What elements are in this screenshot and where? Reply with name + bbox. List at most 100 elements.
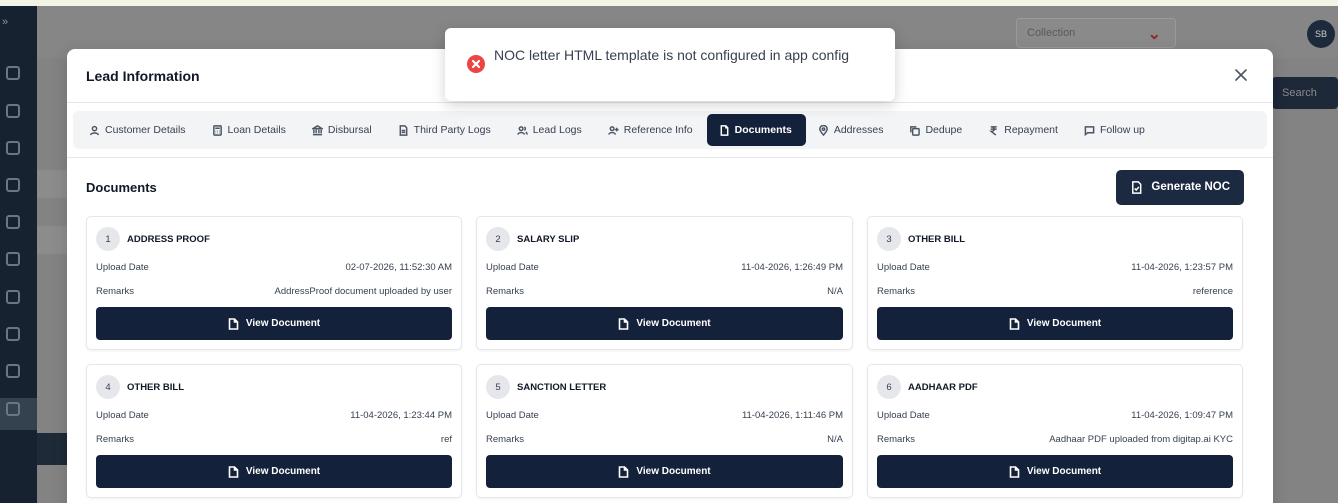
tab-repayment[interactable]: Repayment [976,114,1072,146]
tab-addresses[interactable]: Addresses [806,114,898,146]
avatar[interactable]: SB [1307,20,1335,48]
hourglass-icon[interactable] [6,141,20,155]
expand-sidebar-icon[interactable]: » [2,16,8,28]
view-document-button[interactable]: View Document [486,307,843,340]
document-number-badge: 1 [96,227,120,251]
upload-date-label: Upload Date [486,261,539,273]
toast-message: NOC letter HTML template is not configur… [494,47,850,63]
target-icon[interactable] [6,215,20,229]
view-document-button[interactable]: View Document [96,455,452,488]
document-card: 6 AADHAAR PDF Upload Date 11-04-2026, 1:… [867,364,1243,498]
timer-icon[interactable] [6,104,20,118]
document-name: OTHER BILL [908,233,965,245]
remarks-value: reference [1192,285,1233,297]
upload-date-value: 11-04-2026, 1:23:57 PM [1131,261,1233,273]
chart-icon[interactable] [6,364,20,378]
tab-loan-details[interactable]: Loan Details [200,114,300,146]
card-icon[interactable] [6,327,20,341]
document-card-header: 1 ADDRESS PROOF [96,227,452,251]
generate-noc-button[interactable]: Generate NOC [1116,169,1244,205]
error-icon [467,55,485,73]
view-document-button[interactable]: View Document [877,455,1233,488]
tab-third-party-logs[interactable]: Third Party Logs [386,114,505,146]
document-name: ADDRESS PROOF [127,233,210,245]
collection-select[interactable]: Collection ⌄ [1016,18,1176,48]
tab-customer-details[interactable]: Customer Details [77,114,200,146]
document-number-badge: 4 [96,375,120,399]
dashboard-icon[interactable] [6,66,20,80]
view-document-button[interactable]: View Document [96,307,452,340]
close-button[interactable] [1233,67,1249,83]
user-icon [89,125,100,135]
tab-disbursal[interactable]: Disbursal [300,114,386,146]
documents-title: Documents [86,179,157,195]
upload-date-value: 02-07-2026, 11:52:30 AM [345,261,452,273]
document-card: 2 SALARY SLIP Upload Date 11-04-2026, 1:… [476,216,853,350]
remarks-row: Remarks N/A [486,431,843,447]
upload-date-row: Upload Date 02-07-2026, 11:52:30 AM [96,259,452,275]
remarks-row: Remarks Aadhaar PDF uploaded from digita… [877,431,1233,447]
upload-date-value: 11-04-2026, 1:23:44 PM [350,409,452,421]
background-search-button[interactable]: Search [1272,77,1338,109]
remarks-label: Remarks [96,433,135,445]
tab-documents[interactable]: Documents [706,114,806,146]
document-card-header: 2 SALARY SLIP [486,227,843,251]
document-number-badge: 3 [877,227,901,251]
document-card-header: 6 AADHAAR PDF [877,375,1233,399]
remarks-label: Remarks [486,285,525,297]
background-row [37,170,67,198]
document-name: OTHER BILL [127,381,184,393]
remarks-value: Aadhaar PDF uploaded from digitap.ai KYC [1049,433,1233,445]
view-document-button[interactable]: View Document [486,455,843,488]
users-icon[interactable] [6,252,20,266]
tab-lead-logs[interactable]: Lead Logs [505,114,596,146]
document-card: 5 SANCTION LETTER Upload Date 11-04-2026… [476,364,853,498]
upload-date-row: Upload Date 11-04-2026, 1:26:49 PM [486,259,843,275]
bank-icon [311,124,323,135]
remarks-value: ref [440,433,452,445]
modal-title: Lead Information [86,67,200,84]
upload-date-row: Upload Date 11-04-2026, 1:11:46 PM [486,407,843,423]
remarks-row: Remarks N/A [486,283,843,299]
log-file-icon [399,124,408,136]
tab-follow-up[interactable]: Follow up [1072,114,1159,146]
error-toast: NOC letter HTML template is not configur… [445,28,895,101]
clock-icon[interactable] [6,178,20,192]
tab-reference-info[interactable]: Reference Info [596,114,707,146]
view-document-button[interactable]: View Document [877,307,1233,340]
document-icon [720,124,729,136]
shield-icon[interactable] [6,290,20,304]
chevron-down-icon: ⌄ [1147,26,1161,43]
document-icon [228,465,239,478]
document-name: SANCTION LETTER [517,381,607,393]
upload-date-row: Upload Date 11-04-2026, 1:23:44 PM [96,407,452,423]
tab-dedupe[interactable]: Dedupe [897,114,976,146]
upload-date-label: Upload Date [486,409,539,421]
map-pin-icon [818,124,828,136]
tab-bar: Customer Details Loan Details Disbursal … [73,111,1267,149]
lead-information-modal: Lead Information Customer Details Loan D… [67,49,1273,503]
document-icon [1009,465,1020,478]
document-card: 3 OTHER BILL Upload Date 11-04-2026, 1:2… [867,216,1243,350]
remarks-row: Remarks reference [877,283,1233,299]
close-icon [1235,69,1247,81]
remarks-value: AddressProof document uploaded by user [274,285,452,297]
documents-header: Documents Generate NOC [86,169,1254,205]
sidebar: » [0,6,37,503]
remarks-value: N/A [827,433,843,445]
document-icon [619,465,629,478]
document-number-badge: 5 [486,375,510,399]
file-check-icon [1132,180,1142,194]
user-plus-icon [607,125,619,135]
document-number-badge: 6 [877,375,901,399]
document-icon [228,317,239,330]
remarks-label: Remarks [486,433,525,445]
document-card-header: 5 SANCTION LETTER [486,375,843,399]
search-icon[interactable] [6,402,20,416]
upload-date-label: Upload Date [96,409,149,421]
document-card-header: 3 OTHER BILL [877,227,1233,251]
document-card: 4 OTHER BILL Upload Date 11-04-2026, 1:2… [86,364,462,498]
tabs-wrapper: Customer Details Loan Details Disbursal … [67,103,1273,149]
document-icon [1009,317,1020,330]
upload-date-row: Upload Date 11-04-2026, 1:09:47 PM [877,407,1233,423]
